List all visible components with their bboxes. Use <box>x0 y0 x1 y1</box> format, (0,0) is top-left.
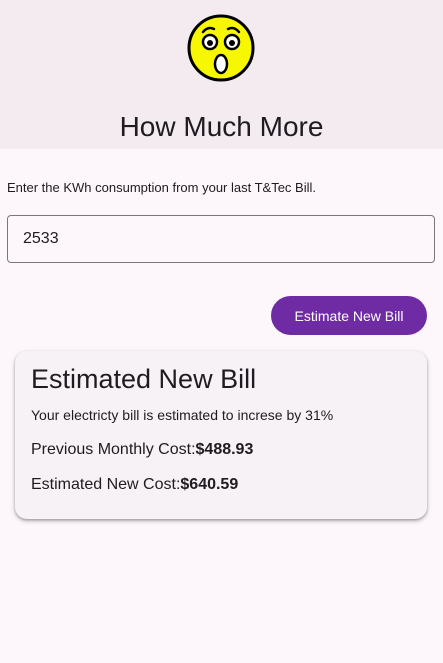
page-title: How Much More <box>119 111 324 142</box>
page: How Much More Enter the KWh consumption … <box>0 0 443 663</box>
result-description: Your electricty bill is estimated to inc… <box>31 407 334 423</box>
estimate-new-bill-button[interactable]: Estimate New Bill <box>271 296 427 335</box>
result-title: Estimated New Bill <box>31 364 257 394</box>
previous-cost-line: Previous Monthly Cost:$488.93 <box>31 441 253 459</box>
new-cost-label: Estimated New Cost: <box>31 476 181 493</box>
new-cost-value: $640.59 <box>180 476 239 493</box>
kwh-input[interactable] <box>7 215 435 263</box>
new-cost-line: Estimated New Cost:$640.59 <box>31 476 238 494</box>
astonished-face-emoji-icon <box>187 14 255 82</box>
app-header: How Much More <box>0 0 443 149</box>
previous-cost-label: Previous Monthly Cost: <box>31 441 196 458</box>
estimate-result-card: Estimated New Bill Your electricty bill … <box>15 351 427 519</box>
previous-cost-value: $488.93 <box>195 441 254 458</box>
kwh-prompt-label: Enter the KWh consumption from your last… <box>7 180 316 195</box>
